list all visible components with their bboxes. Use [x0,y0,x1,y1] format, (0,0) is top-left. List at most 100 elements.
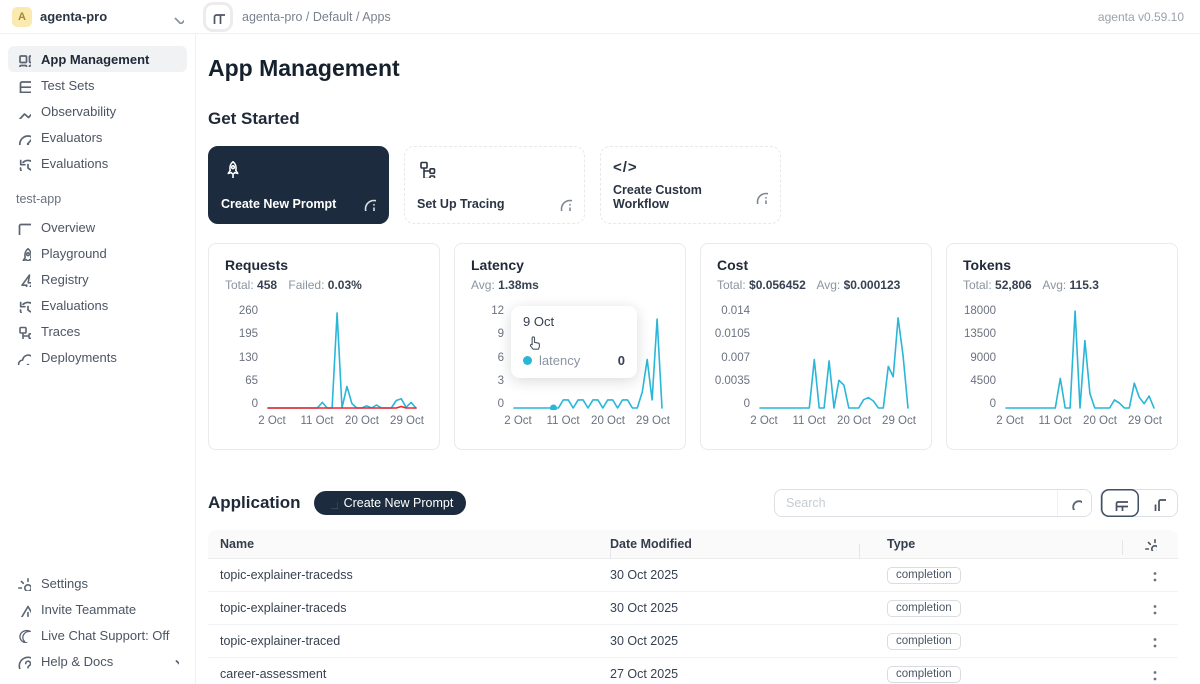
sidebar-item-label: App Management [41,52,149,67]
sidebar-item-app-evaluations[interactable]: Evaluations [8,292,187,318]
view-toggle [1100,489,1178,517]
get-started-title: Get Started [208,109,1178,129]
workspace-selector[interactable]: A agenta-pro [0,0,196,33]
table-row[interactable]: topic-explainer-traced 30 Oct 2025 compl… [208,625,1178,658]
sidebar-item-label: Traces [41,324,80,339]
requests-stat-card: Requests Total: 458 Failed: 0.03% 260195… [208,243,440,450]
type-badge: completion [887,567,961,584]
card-view-button[interactable] [1139,489,1177,517]
info-icon[interactable] [558,197,572,211]
sidebar-item-label: Invite Teammate [41,602,136,617]
cost-chart[interactable] [759,305,909,410]
type-badge: completion [887,600,961,617]
collapse-sidebar-button[interactable] [206,5,230,29]
stat-subtitle: Total: 52,806 Avg: 115.3 [963,278,1161,292]
row-menu-button[interactable] [1139,630,1161,652]
page-title: App Management [208,55,1178,82]
history-icon [16,156,31,171]
sidebar-item-registry[interactable]: Registry [8,266,187,292]
table-row[interactable]: career-assessment 27 Oct 2025 completion [208,658,1178,684]
type-badge: completion [887,666,961,683]
table-row[interactable]: topic-explainer-traceds 30 Oct 2025 comp… [208,592,1178,625]
x-axis-labels: 2 Oct11 Oct20 Oct29 Oct [759,415,909,431]
search-box [774,489,1092,517]
plus-icon [327,498,338,509]
sidebar-item-app-management[interactable]: App Management [8,46,187,72]
rocket-icon [221,159,240,178]
y-axis-labels: 0.0140.01050.0070.00350 [717,305,759,410]
column-header-name: Name [208,537,610,551]
row-menu-button[interactable] [1139,597,1161,619]
y-axis-labels: 260195130650 [225,305,267,410]
app-name: topic-explainer-traceds [208,601,610,615]
sidebar-item-settings[interactable]: Settings [8,570,187,596]
sidebar-item-traces[interactable]: Traces [8,318,187,344]
sidebar-item-label: Live Chat Support: Off [41,628,169,643]
chevron-down-icon [169,9,184,24]
card-label: Create New Prompt [221,197,336,211]
sidebar-item-test-sets[interactable]: Test Sets [8,72,187,98]
create-custom-workflow-card[interactable]: </> Create Custom Workflow [600,146,781,224]
sidebar-item-label: Help & Docs [41,654,113,669]
app-name: topic-explainer-traced [208,634,610,648]
table-row[interactable]: topic-explainer-tracedss 30 Oct 2025 com… [208,559,1178,592]
breadcrumb[interactable]: agenta-pro / Default / Apps [242,10,391,24]
sidebar-item-evaluators[interactable]: Evaluators [8,124,187,150]
tracing-tree-icon [417,159,436,178]
table-view-button[interactable] [1101,489,1139,517]
x-axis-labels: 2 Oct11 Oct20 Oct29 Oct [267,415,417,431]
info-icon[interactable] [362,197,376,211]
sidebar-item-evaluations[interactable]: Evaluations [8,150,187,176]
sidebar-item-observability[interactable]: Observability [8,98,187,124]
sidebar-item-label: Overview [41,220,95,235]
tooltip-date: 9 Oct [523,314,625,329]
series-dot [523,356,532,365]
sidebar-item-invite-teammate[interactable]: Invite Teammate [8,596,187,622]
sidebar-item-label: Evaluations [41,298,108,313]
dots-vertical-icon [1143,568,1158,583]
sidebar: App Management Test Sets Observability E… [0,34,196,684]
chart-tooltip: 9 Oct latency 0 [511,306,637,378]
row-menu-button[interactable] [1139,663,1161,684]
x-axis-labels: 2 Oct11 Oct20 Oct29 Oct [1005,415,1155,431]
test-sets-icon [16,78,31,93]
sidebar-item-help-docs[interactable]: Help & Docs [8,648,187,674]
requests-chart[interactable] [267,305,417,410]
sidebar-item-playground[interactable]: Playground [8,240,187,266]
main-content: App Management Get Started Create New Pr… [196,34,1200,684]
sidebar-item-label: Deployments [41,350,117,365]
row-menu-button[interactable] [1139,564,1161,586]
grid-icon [16,52,31,67]
create-new-prompt-button[interactable]: Create New Prompt [314,491,467,515]
workspace-name: agenta-pro [40,9,107,24]
sidebar-item-label: Test Sets [41,78,94,93]
stat-subtitle: Avg: 1.38ms [471,278,669,292]
stat-subtitle: Total: 458 Failed: 0.03% [225,278,423,292]
sidebar-item-live-chat-support[interactable]: Live Chat Support: Off [8,622,187,648]
sidebar-item-label: Settings [41,576,88,591]
search-button[interactable] [1057,490,1091,516]
top-bar: A agenta-pro agenta-pro / Default / Apps… [0,0,1200,34]
info-icon[interactable] [754,190,768,204]
tooltip-series: latency [539,353,580,368]
create-new-prompt-card[interactable]: Create New Prompt [208,146,389,224]
search-input[interactable] [775,496,1057,510]
table-settings-button[interactable] [1139,533,1161,555]
gear-icon [16,576,31,591]
help-icon [16,654,31,669]
table-view-icon [1113,496,1128,511]
triangle-icon [16,602,31,617]
tokens-chart[interactable] [1005,305,1155,410]
type-badge: completion [887,633,961,650]
sidebar-item-deployments[interactable]: Deployments [8,344,187,370]
date-modified: 30 Oct 2025 [610,601,873,615]
date-modified: 30 Oct 2025 [610,568,873,582]
card-label: Create Custom Workflow [613,183,754,211]
sidebar-item-overview[interactable]: Overview [8,214,187,240]
sidebar-item-label: Evaluations [41,156,108,171]
date-modified: 30 Oct 2025 [610,634,873,648]
stats-row: Requests Total: 458 Failed: 0.03% 260195… [208,243,1178,450]
set-up-tracing-card[interactable]: Set Up Tracing [404,146,585,224]
y-axis-labels: 1800013500900045000 [963,305,1005,410]
sidebar-group-label: test-app [16,192,179,206]
